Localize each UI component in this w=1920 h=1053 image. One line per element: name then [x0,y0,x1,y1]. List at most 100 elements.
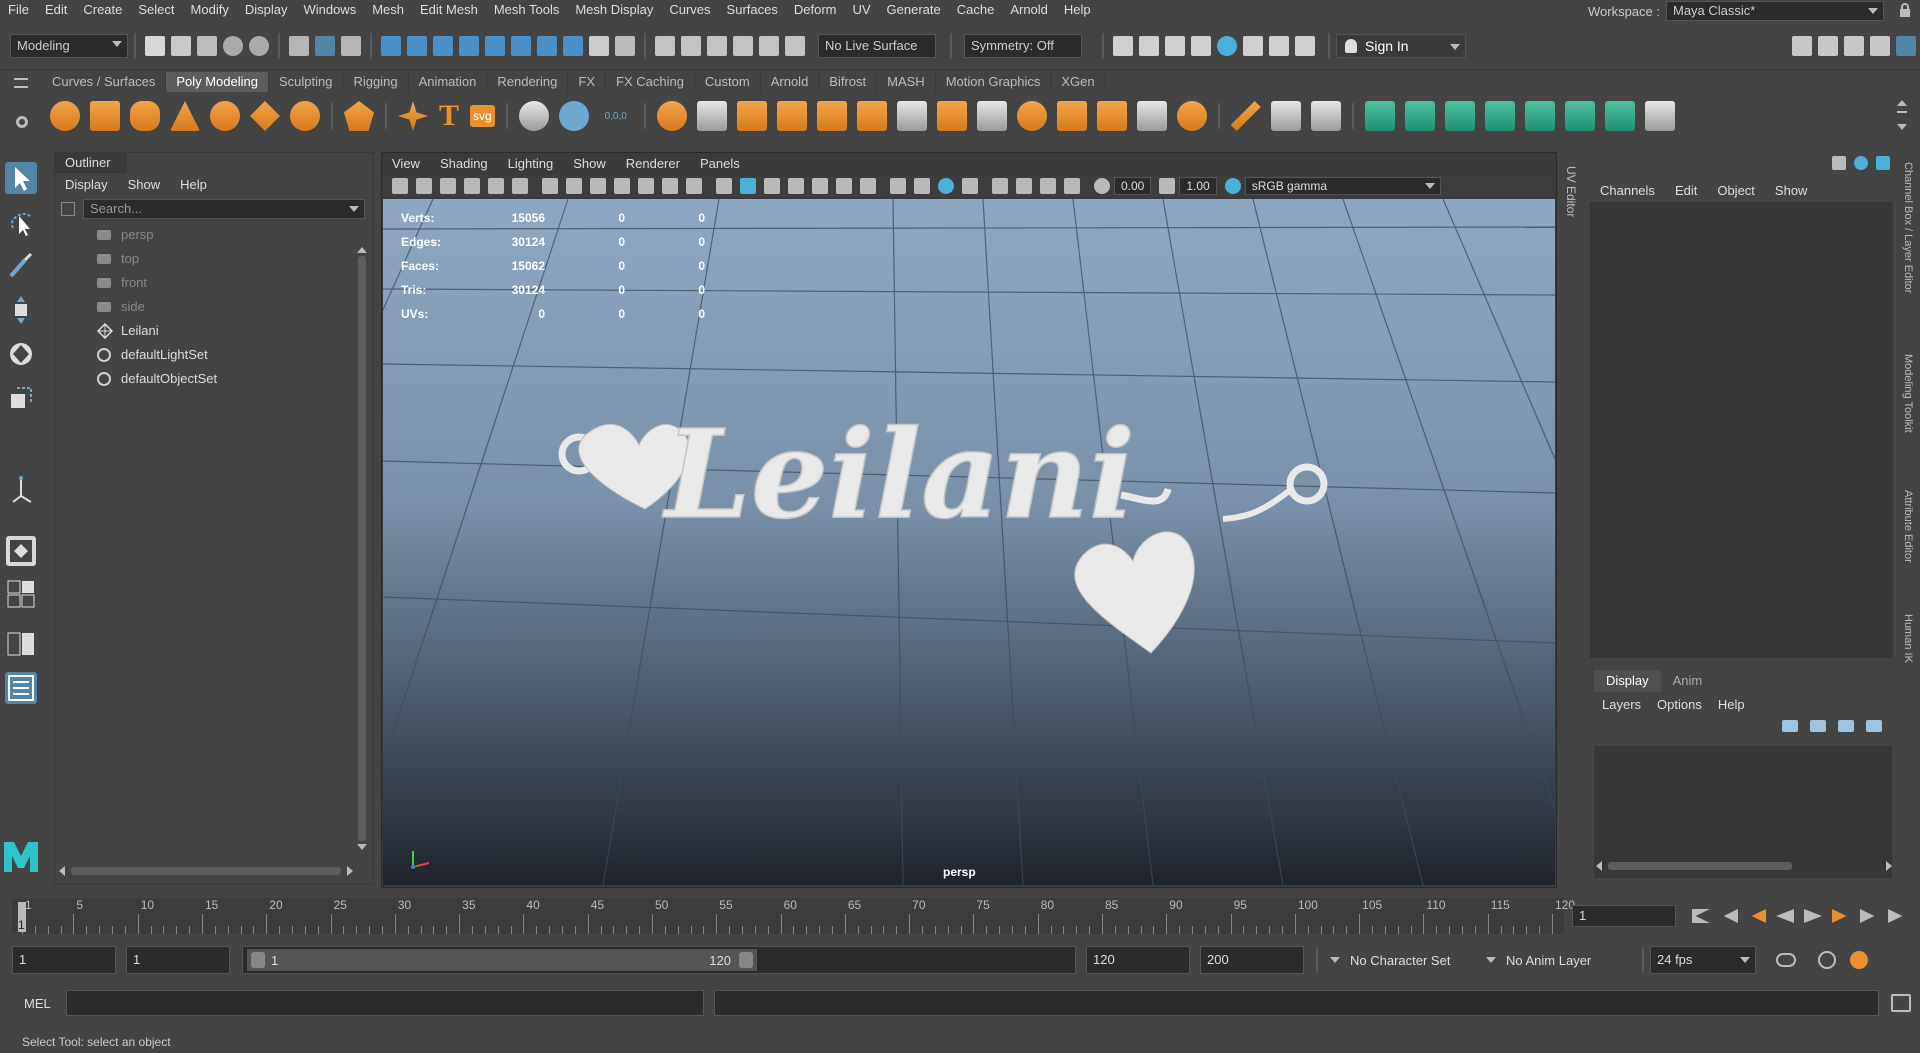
gamma-icon[interactable] [1159,178,1176,194]
new-empty-layer-icon[interactable] [1838,720,1854,732]
grease-pencil-icon[interactable] [512,178,528,194]
two-pane-layout-icon[interactable] [5,628,37,660]
channels-menu[interactable]: Channels [1590,180,1665,202]
viewport-menu-lighting[interactable]: Lighting [498,153,564,175]
combine-icon[interactable] [656,101,687,131]
svg-tool-icon[interactable]: svg [470,105,495,127]
menu-edit[interactable]: Edit [37,0,75,20]
outliner-menu-help[interactable]: Help [170,177,217,192]
lock-icon[interactable] [1898,3,1912,18]
tab-animation[interactable]: Animation [409,72,488,92]
wireframe-icon[interactable] [716,178,732,194]
move-layer-down-icon[interactable] [1810,720,1826,732]
pin-icon[interactable] [1876,156,1890,170]
scene-start-field[interactable]: 1 [12,946,116,974]
outliner-menu-display[interactable]: Display [55,177,118,192]
channel-box-icon[interactable] [1870,35,1890,56]
field-chart-icon[interactable] [638,178,654,194]
bookmarks-icon[interactable] [440,178,456,194]
options-menu[interactable]: Options [1649,694,1710,716]
tab-rendering[interactable]: Rendering [487,72,569,92]
select-by-deformer-icon[interactable] [485,35,505,56]
film-gate-icon[interactable] [566,178,582,194]
script-language-label[interactable]: MEL [0,996,60,1011]
go-to-end-icon[interactable] [1888,909,1903,923]
render-settings-icon[interactable] [1191,35,1211,56]
outliner-item-front[interactable]: front [55,271,373,295]
poly-sphere-icon[interactable] [50,101,80,131]
range-handle-left[interactable] [251,952,265,968]
uv-cylindrical-icon[interactable] [1404,101,1435,131]
auto-key-icon[interactable] [1818,951,1836,969]
tab-fx[interactable]: FX [568,72,606,92]
animation-preferences-icon[interactable] [1850,951,1868,969]
reduce-icon[interactable] [1016,101,1047,131]
outliner-item-leilani[interactable]: Leilani [55,319,373,343]
menu-help[interactable]: Help [1056,0,1099,20]
poly-cylinder-icon[interactable] [130,101,160,131]
edit-menu[interactable]: Edit [1665,180,1707,202]
tab-rigging[interactable]: Rigging [343,72,409,92]
lock-selection-icon[interactable] [589,35,609,56]
select-by-misc-icon[interactable] [563,35,583,56]
select-object-icon[interactable] [315,35,335,56]
booleans-icon[interactable] [776,101,807,131]
scene-end-field[interactable]: 200 [1200,946,1304,974]
clean-up-icon[interactable] [1096,101,1127,131]
smooth-icon[interactable] [816,101,847,131]
tool-settings-icon[interactable] [1844,35,1864,56]
undo-icon[interactable] [223,35,243,56]
tab-sculpting[interactable]: Sculpting [269,72,344,92]
use-all-lights-icon[interactable] [836,178,852,194]
outliner-menu-show[interactable]: Show [118,177,171,192]
menu-display[interactable]: Display [237,0,296,20]
depth-of-field-icon[interactable] [962,178,978,194]
show-menu[interactable]: Show [1765,180,1818,202]
channel-box-area[interactable] [1590,202,1893,658]
tab-curves-surfaces[interactable]: Curves / Surfaces [42,72,167,92]
render-view-icon[interactable] [1113,35,1133,56]
tab-poly-modeling[interactable]: Poly Modeling [166,72,269,92]
anim-layer-dropdown[interactable]: No Anim Layer [1486,946,1636,974]
outliner-item-side[interactable]: side [55,295,373,319]
outliner-item-defaultobjectset[interactable]: defaultObjectSet [55,367,373,391]
uv-spherical-icon[interactable] [1444,101,1475,131]
layer-list-area[interactable] [1594,746,1892,878]
menuset-dropdown[interactable]: Modeling [10,33,128,58]
platonic-solid-icon[interactable] [344,101,374,131]
outliner-item-defaultlightset[interactable]: defaultLightSet [55,343,373,367]
ipr-render-icon[interactable] [1165,35,1185,56]
poly-torus-icon[interactable] [210,101,240,131]
human-ik-tab[interactable]: Human IK [1902,614,1914,663]
modeling-toolkit-tab[interactable]: Modeling Toolkit [1902,354,1914,433]
tab-motion-graphics[interactable]: Motion Graphics [936,72,1052,92]
move-layer-up-icon[interactable] [1782,720,1798,732]
arnold-render-icon[interactable] [1243,35,1263,56]
gate-mask-icon[interactable] [614,178,630,194]
uv-editor-tab[interactable]: UV Editor [1564,166,1578,217]
select-by-handle-icon[interactable] [381,35,401,56]
exposure-field[interactable]: 0.00 [1114,177,1152,195]
outliner-horizontal-scrollbar[interactable] [59,865,359,877]
playback-end-field[interactable]: 120 [1086,946,1190,974]
menu-mesh-display[interactable]: Mesh Display [567,0,661,20]
step-back-frame-icon[interactable] [1751,909,1766,923]
edge-loop-icon[interactable] [1270,101,1301,131]
snap-together-icon[interactable] [785,35,805,56]
menu-edit-mesh[interactable]: Edit Mesh [412,0,486,20]
outliner-vertical-scrollbar[interactable] [357,247,367,857]
viewport-menu-shading[interactable]: Shading [430,153,498,175]
triangulate-icon[interactable] [1136,101,1167,131]
tab-xgen[interactable]: XGen [1051,72,1106,92]
step-forward-frame-icon[interactable] [1832,909,1847,923]
x-ray-icon[interactable] [1016,178,1032,194]
workspace-dropdown[interactable]: Maya Classic* [1666,1,1884,21]
sign-in-button[interactable]: Sign In [1336,33,1466,58]
pause-icon[interactable] [1295,35,1315,56]
select-camera-icon[interactable] [392,178,408,194]
help-menu[interactable]: Help [1710,694,1753,716]
wireframe-on-shaded-icon[interactable] [788,178,804,194]
key-icon[interactable] [1854,156,1868,170]
redo-icon[interactable] [249,35,269,56]
average-vertices-icon[interactable] [856,101,887,131]
